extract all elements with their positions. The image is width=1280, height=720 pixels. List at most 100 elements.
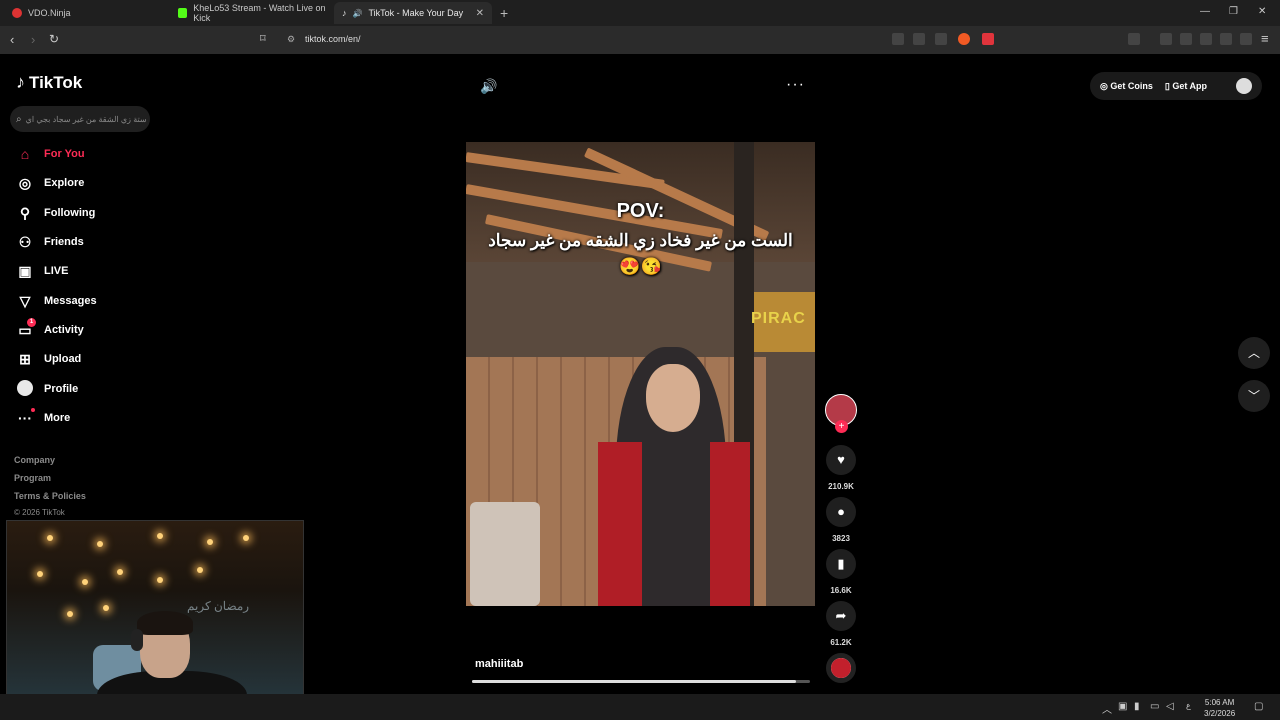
user-avatar[interactable] xyxy=(1236,78,1252,94)
tab-title: VDO.Ninja xyxy=(28,8,71,18)
footer-program-link[interactable]: Program xyxy=(14,473,51,483)
video-username[interactable]: mahiiitab xyxy=(475,658,523,670)
nav-label: More xyxy=(44,412,71,424)
footer-company-link[interactable]: Company xyxy=(14,455,55,465)
video-progress-bar[interactable] xyxy=(472,680,810,683)
reload-icon[interactable]: ↻ xyxy=(49,32,59,46)
forward-icon[interactable]: › xyxy=(31,32,35,47)
clock-time: 5:06 AM xyxy=(1204,698,1235,707)
nav-label: Explore xyxy=(44,177,85,189)
ai-icon[interactable] xyxy=(1220,33,1232,45)
next-video-button[interactable]: ﹀ xyxy=(1238,380,1270,412)
paper-plane-icon: ▽ xyxy=(19,292,31,309)
video-sign-text: PIRAC xyxy=(751,310,806,327)
like-button[interactable]: ♥ xyxy=(826,445,856,475)
language-icon[interactable]: ع xyxy=(1186,701,1191,710)
restore-icon[interactable]: ❐ xyxy=(1229,6,1238,17)
nav-for-you[interactable]: ⌂ For You xyxy=(16,143,85,165)
tray-app-icon[interactable]: ▣ xyxy=(1118,701,1127,712)
vdo-ninja-favicon-icon xyxy=(12,8,22,18)
wallet-icon[interactable] xyxy=(1200,33,1212,45)
shield-icon[interactable] xyxy=(1240,33,1252,45)
share-icon[interactable] xyxy=(935,33,947,45)
search-placeholder: ستة زي الشقة من غير سجاد بجي اي xyxy=(25,114,147,124)
video-player[interactable]: PIRAC POV: الست من غير فخاد زي الشقه من … xyxy=(466,142,815,606)
url-text[interactable]: tiktok.com/en/ xyxy=(305,34,361,44)
clock-date: 3/2/2026 xyxy=(1204,709,1236,718)
translate-icon[interactable] xyxy=(892,33,904,45)
tray-overflow-icon[interactable]: ︿ xyxy=(1102,701,1112,716)
sidebar-icon[interactable] xyxy=(1128,33,1140,45)
volume-icon[interactable]: 🔊 xyxy=(480,78,497,95)
more-dots-icon: ··· xyxy=(16,408,35,426)
nav-label: LIVE xyxy=(44,265,69,277)
menu-icon[interactable]: ≡ xyxy=(1261,31,1269,46)
tiktok-logo[interactable]: ♪ TikTok xyxy=(16,72,82,93)
chevron-down-icon: ﹀ xyxy=(1247,389,1260,403)
music-disc-icon[interactable] xyxy=(826,653,856,683)
nav-following[interactable]: ⚲ Following xyxy=(16,202,95,224)
music-icon[interactable] xyxy=(1160,33,1172,45)
tab-title: KheLo53 Stream - Watch Live on Kick xyxy=(193,3,326,23)
webcam-overlay: رمضان كريم xyxy=(6,520,304,696)
user-plus-icon: ⚲ xyxy=(19,204,31,221)
brave-shield-icon[interactable] xyxy=(958,33,970,45)
network-icon[interactable]: ▭ xyxy=(1150,701,1159,712)
new-tab-button[interactable]: + xyxy=(500,5,508,21)
live-tv-icon: ▣ xyxy=(18,262,32,279)
search-input[interactable]: ⌕ ستة زي الشقة من غير سجاد بجي اي xyxy=(10,106,150,132)
nav-activity[interactable]: ▭ 1 Activity xyxy=(16,317,84,341)
nav-profile[interactable]: Profile xyxy=(16,378,78,400)
get-coins-button[interactable]: ◎ Get Coins xyxy=(1100,81,1153,92)
cast-icon[interactable] xyxy=(913,33,925,45)
taskbar-clock[interactable]: 5:06 AM 3/2/2026 xyxy=(1204,697,1235,719)
activity-badge: 1 xyxy=(27,317,36,327)
top-right-actions: ◎ Get Coins ▯ Get App xyxy=(1090,72,1262,100)
nav-friends[interactable]: ⚇ Friends xyxy=(16,231,84,253)
phone-icon: ▯ xyxy=(1164,80,1170,91)
back-icon[interactable]: ‹ xyxy=(10,32,14,47)
comment-count: 3823 xyxy=(832,534,850,543)
tab-kick[interactable]: KheLo53 Stream - Watch Live on Kick xyxy=(170,2,334,24)
nav-label: Upload xyxy=(44,353,82,365)
browser-tab-strip: VDO.Ninja KheLo53 Stream - Watch Live on… xyxy=(0,0,1280,26)
microphone-icon[interactable]: ▮ xyxy=(1134,701,1140,712)
nav-more[interactable]: ··· More xyxy=(16,407,70,429)
tab-tiktok[interactable]: ♪ 🔊 TikTok - Make Your Day ✕ xyxy=(334,2,492,24)
tab-vdo-ninja[interactable]: VDO.Ninja xyxy=(4,2,170,24)
save-count: 16.6K xyxy=(830,586,852,595)
rewards-icon[interactable] xyxy=(982,33,994,45)
site-info-icon[interactable]: ⚙ xyxy=(287,34,295,45)
nav-label: Friends xyxy=(44,236,84,248)
nav-upload[interactable]: ⊞ Upload xyxy=(16,348,81,370)
video-progress-fill xyxy=(472,680,797,683)
video-caption-text: الست من غير فخاد زي الشقه من غير سجاد 😘😍 xyxy=(488,231,793,276)
minimize-icon[interactable]: — xyxy=(1200,6,1210,17)
upload-icon: ⊞ xyxy=(19,350,31,367)
follow-plus-icon[interactable]: + xyxy=(835,420,848,433)
bookmark-icon[interactable]: ⌑ xyxy=(260,32,266,45)
close-window-icon[interactable]: ✕ xyxy=(1258,6,1266,17)
save-button[interactable]: ▮ xyxy=(826,549,856,579)
footer-terms-link[interactable]: Terms & Policies xyxy=(14,491,86,501)
get-app-button[interactable]: ▯ Get App xyxy=(1165,81,1207,92)
video-caption-pov: POV: xyxy=(616,200,665,222)
previous-video-button[interactable]: ︿ xyxy=(1238,337,1270,369)
nav-live[interactable]: ▣ LIVE xyxy=(16,260,68,282)
close-tab-icon[interactable]: ✕ xyxy=(476,8,484,19)
nav-explore[interactable]: ◎ Explore xyxy=(16,172,84,194)
nav-messages[interactable]: ▽ Messages xyxy=(16,290,97,312)
volume-tray-icon[interactable]: ◁ xyxy=(1166,701,1174,712)
tab-title: TikTok - Make Your Day xyxy=(368,8,464,18)
nav-label: Following xyxy=(44,207,96,219)
avatar-icon xyxy=(16,379,34,399)
friends-icon: ⚇ xyxy=(18,233,32,250)
video-options-icon[interactable]: ··· xyxy=(786,76,805,94)
notifications-icon[interactable]: ▢ xyxy=(1254,701,1263,712)
logo-text: TikTok xyxy=(29,72,83,92)
reader-icon[interactable] xyxy=(1180,33,1192,45)
share-button[interactable]: ➦ xyxy=(826,601,856,631)
browser-toolbar: ‹ › ↻ ⌑ ⚙ tiktok.com/en/ ≡ xyxy=(0,26,1280,54)
comment-button[interactable]: ● xyxy=(826,497,856,527)
activity-icon: ▭ 1 xyxy=(16,317,36,339)
